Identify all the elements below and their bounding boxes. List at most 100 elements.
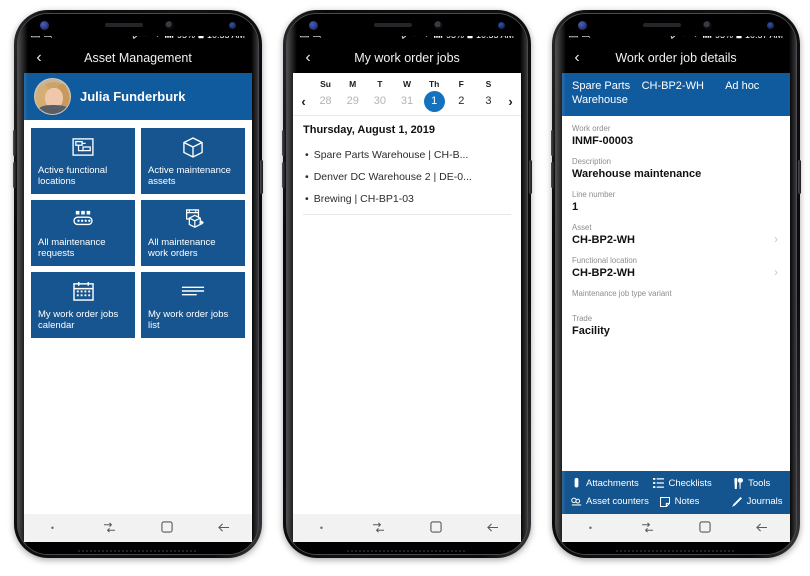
list-item[interactable]: • Brewing | CH-BP1-03 — [303, 188, 511, 210]
tab-spare-parts-warehouse[interactable]: Spare Parts Warehouse — [562, 80, 642, 108]
sensor-strip-2 — [287, 14, 527, 36]
workorder-icon — [148, 206, 238, 232]
volume-up-button[interactable] — [282, 130, 285, 156]
iris-scanner-icon — [578, 20, 587, 30]
volume-down-button[interactable] — [13, 162, 16, 188]
selected-date-label: 1 — [423, 90, 445, 112]
bullet-icon: • — [305, 149, 309, 161]
proximity-sensor-icon — [498, 21, 505, 29]
app-bar-2: ‹ My work order jobs — [293, 43, 521, 73]
week-calendar-strip: Su M T W Th F S ‹ 28 29 30 31 1 2 3 › — [293, 73, 521, 116]
tile-label: Active functional locations — [38, 164, 108, 188]
date-cell-selected[interactable]: 1 — [421, 90, 448, 112]
iris-scanner-icon — [309, 20, 318, 30]
field-label: Asset — [572, 222, 592, 232]
command-notes[interactable]: Notes — [660, 496, 732, 507]
user-profile-banner[interactable]: Julia Funderburk — [24, 73, 252, 120]
front-camera-icon — [164, 20, 174, 30]
command-asset-counters[interactable]: Asset counters — [562, 496, 660, 507]
tile-my-work-order-jobs-calendar[interactable]: My work order jobs calendar — [31, 272, 135, 338]
earpiece-speaker — [104, 23, 143, 27]
tile-active-maintenance-assets[interactable]: Active maintenance assets — [141, 128, 245, 194]
dow-su: Su — [320, 79, 331, 89]
command-attachments[interactable]: Attachments — [562, 477, 653, 489]
home-icon[interactable] — [676, 521, 733, 535]
back-icon[interactable] — [733, 522, 790, 535]
tile-my-work-order-jobs-list[interactable]: My work order jobs list — [141, 272, 245, 338]
avatar — [34, 78, 71, 115]
back-icon[interactable] — [464, 522, 521, 535]
field-label: Functional location — [572, 255, 638, 265]
command-tools[interactable]: Tools — [733, 478, 790, 489]
dow-w: W — [402, 79, 411, 89]
field-functional-location[interactable]: Functional location CH-BP2-WH › — [572, 256, 780, 279]
command-bar: Attachments Checklists Tools Asset count… — [562, 471, 790, 514]
power-button[interactable] — [260, 160, 263, 194]
earpiece-speaker — [373, 23, 412, 27]
front-camera-icon — [433, 20, 443, 30]
list-item-label: Brewing | CH-BP1-03 — [313, 193, 414, 205]
date-cell[interactable]: 30 — [366, 90, 393, 112]
back-button-2[interactable]: ‹ — [293, 50, 323, 66]
dow-m: M — [349, 79, 357, 89]
volume-down-button[interactable] — [282, 162, 285, 188]
device-chin-1 — [18, 542, 258, 554]
list-icon — [148, 278, 238, 304]
list-item[interactable]: • Spare Parts Warehouse | CH-B... — [303, 144, 511, 166]
sensor-strip-3 — [556, 14, 796, 36]
tile-all-maintenance-requests[interactable]: All maintenance requests — [31, 200, 135, 266]
recents-icon[interactable] — [619, 522, 676, 535]
back-button-3[interactable]: ‹ — [562, 50, 592, 66]
recents-icon[interactable] — [81, 522, 138, 535]
power-button[interactable] — [529, 160, 532, 194]
back-icon[interactable] — [195, 522, 252, 535]
nav-dot-indicator: • — [319, 522, 324, 533]
date-cell[interactable]: 28 — [312, 90, 339, 112]
command-row-1: Attachments Checklists Tools — [562, 477, 790, 489]
tile-all-maintenance-work-orders[interactable]: All maintenance work orders — [141, 200, 245, 266]
command-label: Attachments — [586, 477, 639, 489]
power-button[interactable] — [798, 160, 801, 194]
field-maintenance-job-type-variant: Maintenance job type variant — [572, 289, 780, 298]
date-cell[interactable]: 31 — [393, 90, 420, 112]
field-value: INMF-00003 — [572, 134, 634, 147]
list-item[interactable]: • Denver DC Warehouse 2 | DE-0... — [303, 166, 511, 188]
command-label: Notes — [674, 496, 700, 507]
command-checklists[interactable]: Checklists — [653, 478, 733, 489]
home-icon[interactable] — [138, 521, 195, 535]
field-work-order: Work order INMF-00003 — [572, 124, 780, 147]
date-cell[interactable]: 2 — [448, 90, 475, 112]
app-bar-3: ‹ Work order job details — [562, 43, 790, 73]
field-asset[interactable]: Asset CH-BP2-WH › — [572, 223, 780, 246]
date-cell[interactable]: 3 — [475, 90, 502, 112]
list-divider — [303, 214, 511, 215]
notes-icon — [660, 496, 671, 507]
volume-up-button[interactable] — [551, 130, 554, 156]
app-screen-1: 95% 10:55 AM ‹ Asset Management — [24, 26, 252, 542]
tab-ad-hoc[interactable]: Ad hoc — [725, 80, 790, 94]
system-nav-bar-3: • — [562, 514, 790, 542]
nav-dot-indicator: • — [50, 522, 55, 533]
phone-device-2: 95% 10:55 AM ‹ My work order jobs Su — [282, 10, 532, 558]
tile-label: Active maintenance assets — [148, 164, 231, 188]
tile-active-functional-locations[interactable]: Active functional locations — [31, 128, 135, 194]
command-journals[interactable]: Journals — [732, 496, 790, 507]
back-button-1[interactable]: ‹ — [24, 50, 54, 66]
checklist-icon — [653, 478, 665, 488]
recents-icon[interactable] — [350, 522, 407, 535]
prev-week-button[interactable]: ‹ — [295, 94, 312, 109]
bullet-icon: • — [305, 193, 309, 205]
date-cell[interactable]: 29 — [339, 90, 366, 112]
tile-label: My work order jobs list — [148, 308, 229, 332]
volume-down-button[interactable] — [551, 162, 554, 188]
tab-ch-bp2-wh[interactable]: CH-BP2-WH — [642, 80, 725, 94]
field-trade: Trade Facility — [572, 314, 780, 337]
field-label: Line number — [572, 189, 616, 199]
page-title-2: My work order jobs — [354, 51, 460, 65]
next-week-button[interactable]: › — [502, 94, 519, 109]
page-title-1: Asset Management — [84, 51, 192, 65]
phone-screen-frame-1: 95% 10:55 AM ‹ Asset Management — [17, 13, 259, 555]
home-icon[interactable] — [407, 521, 464, 535]
volume-up-button[interactable] — [13, 130, 16, 156]
day-title: Thursday, August 1, 2019 — [303, 124, 436, 136]
